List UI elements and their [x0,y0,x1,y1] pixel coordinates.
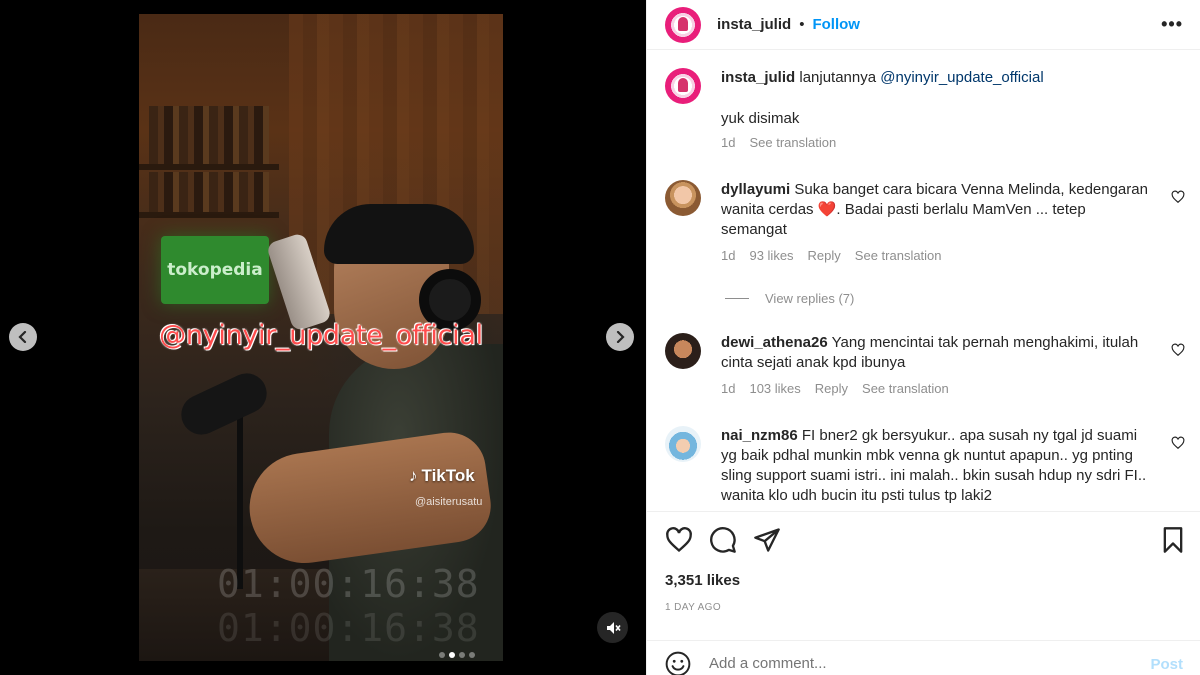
carousel-prev-button[interactable] [9,323,37,351]
caption-text: lanjutannya [799,69,877,86]
post-timestamp: 1 DAY AGO [665,602,722,613]
comment-like-icon[interactable] [1171,190,1185,204]
microphone [174,366,274,442]
avatar[interactable] [665,68,701,104]
separator-dot: • [799,16,805,33]
view-replies-button[interactable]: View replies (7) [725,291,854,306]
view-replies-label: View replies (7) [765,291,855,306]
comment-meta: 1d 103 likes Reply See translation [721,379,1151,399]
post-username[interactable]: insta_julid [717,16,791,33]
carousel-dot [469,652,475,658]
bookshelf [149,106,269,164]
post-comment-button[interactable]: Post [1150,656,1183,673]
caption-meta: 1d See translation [721,133,1151,153]
comment-text: dewi_athena26 Yang mencintai tak pernah … [721,333,1151,373]
person-cap [324,204,474,264]
reply-button[interactable]: Reply [808,246,841,266]
avatar[interactable] [665,180,701,216]
paper-plane-icon[interactable] [753,526,781,554]
carousel-dot-active [449,652,455,658]
comment-time: 1d [721,248,736,263]
bookmark-icon[interactable] [1159,526,1187,554]
comment-username[interactable]: dewi_athena26 [721,334,828,351]
comment-body: dewi_athena26 Yang mencintai tak pernah … [721,333,1151,399]
follow-button[interactable]: Follow [812,16,860,33]
mute-button[interactable] [597,612,628,643]
comment-text: dyllayumi Suka banget cara bicara Venna … [721,180,1151,240]
carousel-next-button[interactable] [606,323,634,351]
tiktok-watermark: ♪ TikTok [409,466,475,486]
video-player[interactable]: tokopedia @nyinyir_update_official ♪ Tik… [139,14,503,661]
comment-time: 1d [721,381,736,396]
comment-username[interactable]: dyllayumi [721,181,790,198]
chevron-right-icon [616,331,625,343]
comment-like-icon[interactable] [1171,436,1185,450]
comment-like-icon[interactable] [1171,343,1185,357]
reply-button[interactable]: Reply [815,379,848,399]
carousel-dot [439,652,445,658]
comment-likes[interactable]: 103 likes [749,379,800,399]
comment-body: dyllayumi Suka banget cara bicara Venna … [721,180,1151,266]
post-media: tokopedia @nyinyir_update_official ♪ Tik… [0,0,646,675]
carousel-dot [459,652,465,658]
comments-list: insta_julid lanjutannya @nyinyir_update_… [647,51,1200,511]
avatar[interactable] [665,426,701,462]
caption-line-2: yuk disimak [721,110,800,127]
watermark-overlay-text: @nyinyir_update_official [159,320,483,351]
speaker-muted-icon [606,621,621,634]
heart-icon[interactable] [665,526,693,554]
shelf [139,164,279,170]
avatar[interactable] [665,6,701,43]
heart-emoji: ❤️ [817,201,837,218]
see-translation-link[interactable]: See translation [855,246,942,266]
replies-line [725,298,749,299]
caption-line: insta_julid lanjutannya @nyinyir_update_… [721,68,1151,88]
chevron-left-icon [18,331,27,343]
more-options-icon[interactable]: ••• [1161,14,1183,35]
see-translation-link[interactable]: See translation [749,133,836,153]
timecode-ghost: 01:00:16:38 [217,606,480,650]
smile-icon[interactable] [665,651,691,675]
likes-count[interactable]: 3,351 likes [665,572,740,589]
tiktok-icon: ♪ [409,466,418,485]
caption-body: insta_julid lanjutannya @nyinyir_update_… [721,68,1151,153]
avatar[interactable] [665,333,701,369]
comment-input[interactable] [709,655,1109,672]
post-actions: 3,351 likes 1 DAY AGO [647,511,1200,631]
shelf [139,212,279,218]
carousel-dots [439,652,475,658]
comment-likes[interactable]: 93 likes [749,246,793,266]
caption-time: 1d [721,135,736,150]
bookshelf [149,172,269,212]
caption-username[interactable]: insta_julid [721,69,795,86]
tiktok-handle: @aisiterusatu [415,496,483,508]
timecode: 01:00:16:38 [217,562,480,606]
post-sidebar: insta_julid • Follow ••• insta_julid lan… [646,0,1200,675]
tiktok-label: TikTok [421,466,475,485]
comment-username[interactable]: nai_nzm86 [721,427,798,444]
post-header: insta_julid • Follow ••• [647,0,1200,50]
caption-mention[interactable]: @nyinyir_update_official [880,69,1043,86]
comment-text: nai_nzm86 FI bner2 gk bersyukur.. apa su… [721,426,1151,506]
tokopedia-sign: tokopedia [161,236,269,304]
comment-icon[interactable] [709,526,737,554]
add-comment-bar: Post [647,640,1200,675]
comment-meta: 1d 93 likes Reply See translation [721,246,1151,266]
see-translation-link[interactable]: See translation [862,379,949,399]
comment-body: nai_nzm86 FI bner2 gk bersyukur.. apa su… [721,426,1151,506]
